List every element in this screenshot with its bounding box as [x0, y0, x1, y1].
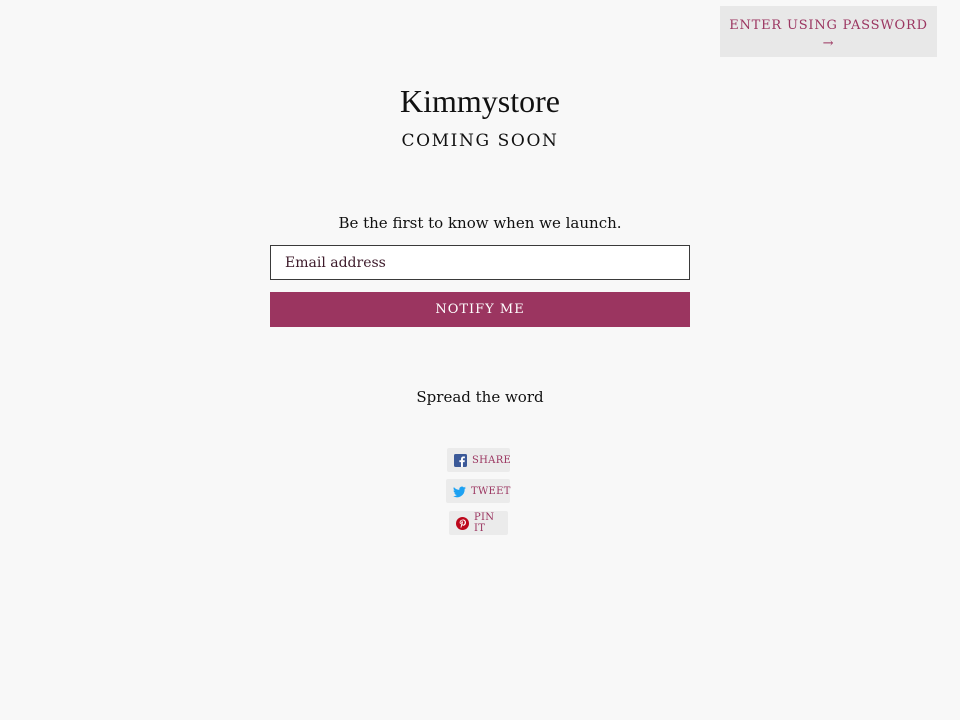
- facebook-share-button[interactable]: SHARE: [447, 448, 512, 472]
- enter-password-label: ENTER USING PASSWORD: [729, 18, 928, 33]
- enter-using-password-button[interactable]: ENTER USING PASSWORD →: [720, 6, 937, 57]
- spread-the-word-heading: Spread the word: [416, 388, 544, 406]
- store-title: Kimmystore: [400, 83, 560, 119]
- email-field[interactable]: [270, 245, 690, 280]
- twitter-tweet-button[interactable]: TWEET: [446, 479, 510, 503]
- pinterest-icon: [456, 516, 469, 530]
- pinterest-pin-button[interactable]: PIN IT: [449, 511, 508, 535]
- facebook-icon: [454, 453, 467, 467]
- arrow-right-icon: →: [822, 36, 835, 51]
- share-label: SHARE: [472, 454, 512, 466]
- coming-soon-heading: COMING SOON: [401, 131, 559, 151]
- notify-me-button[interactable]: NOTIFY ME: [270, 292, 690, 327]
- newsletter-signup-form: Be the first to know when we launch. NOT…: [270, 212, 690, 327]
- twitter-icon: [453, 485, 466, 498]
- tweet-label: TWEET: [471, 485, 511, 497]
- pin-it-label: PIN IT: [474, 512, 495, 534]
- signup-prompt: Be the first to know when we launch.: [338, 214, 622, 232]
- store-header: Kimmystore COMING SOON: [0, 80, 960, 151]
